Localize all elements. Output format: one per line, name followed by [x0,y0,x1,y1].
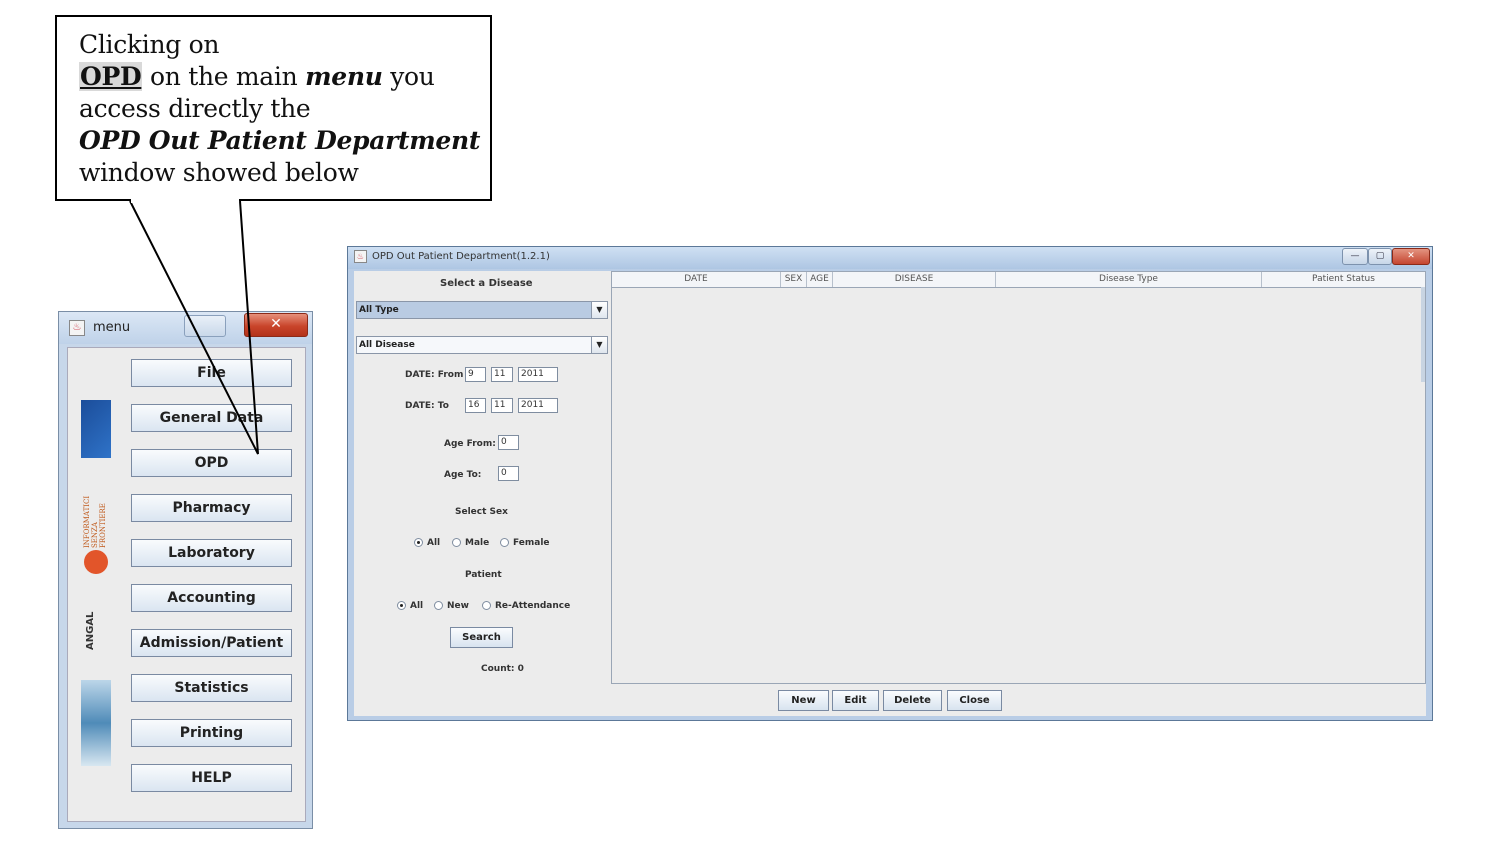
java-app-icon: ♨ [69,320,85,336]
filter-panel: Select a Disease All Type ▼ All Disease … [354,271,609,684]
table-header: DATE SEX AGE DISEASE Disease Type Patien… [612,272,1425,288]
photo-logo [81,680,111,766]
hospital-logo [81,400,111,458]
sex-male-radio[interactable]: Male [452,538,489,548]
menu-window-title: menu [93,320,131,335]
admission-patient-button[interactable]: Admission/Patient [131,629,292,657]
pharmacy-button[interactable]: Pharmacy [131,494,292,522]
patient-all-label: All [410,601,424,611]
help-button[interactable]: HELP [131,764,292,792]
close-button[interactable]: Close [947,690,1002,711]
close-icon[interactable]: ✕ [1392,248,1430,265]
statistics-button[interactable]: Statistics [131,674,292,702]
patient-reattendance-label: Re-Attendance [495,601,571,611]
sex-female-label: Female [513,538,550,548]
radio-icon [434,601,443,610]
callout-opd-word: OPD [79,62,143,91]
isf-logo [84,550,108,574]
menu-body: INFORMATICI SENZA FRONTIERE ANGAL File G… [67,347,306,822]
opd-titlebar[interactable]: ♨ OPD Out Patient Department(1.2.1) — ▢ … [348,247,1432,269]
date-to-year-field[interactable]: 2011 [518,398,558,413]
opd-window: ♨ OPD Out Patient Department(1.2.1) — ▢ … [347,246,1433,721]
close-icon[interactable]: ✕ [244,313,308,337]
column-header-disease[interactable]: DISEASE [833,272,996,287]
callout-line-2-end: you [382,62,435,91]
callout-line-2-mid: on the main [142,62,306,91]
printing-button[interactable]: Printing [131,719,292,747]
minimize-button[interactable] [184,315,226,337]
callout-text: Clicking on OPD on the main menu you acc… [79,29,480,189]
date-from-day-field[interactable]: 9 [465,367,486,382]
disease-type-combo[interactable]: All Type ▼ [356,301,608,319]
sex-male-label: Male [465,538,490,548]
callout-line-1: Clicking on [79,30,220,59]
age-from-field[interactable]: 0 [498,435,519,450]
sex-female-radio[interactable]: Female [500,538,550,548]
radio-selected-icon [414,538,423,547]
column-header-date[interactable]: DATE [612,272,781,287]
callout-menu-word: menu [305,62,383,91]
radio-icon [500,538,509,547]
general-data-button[interactable]: General Data [131,404,292,432]
isf-logo-text: INFORMATICI SENZA FRONTIERE [83,495,107,548]
accounting-button[interactable]: Accounting [131,584,292,612]
sex-all-label: All [427,538,441,548]
maximize-icon[interactable]: ▢ [1368,248,1392,265]
chevron-down-icon[interactable]: ▼ [591,337,607,353]
age-from-label: Age From: [444,439,496,449]
file-button[interactable]: File [131,359,292,387]
delete-button[interactable]: Delete [883,690,942,711]
disease-combo[interactable]: All Disease ▼ [356,336,608,354]
date-from-year-field[interactable]: 2011 [518,367,558,382]
sex-all-radio[interactable]: All [414,538,440,548]
opd-results-table[interactable]: DATE SEX AGE DISEASE Disease Type Patien… [611,271,1426,684]
radio-selected-icon [397,601,406,610]
menu-titlebar[interactable]: ♨ menu ✕ [59,312,312,344]
opd-body: Select a Disease All Type ▼ All Disease … [354,271,1426,716]
opd-window-title: OPD Out Patient Department(1.2.1) [372,251,550,262]
date-to-month-field[interactable]: 11 [491,398,513,413]
logo-strip: INFORMATICI SENZA FRONTIERE ANGAL [81,400,111,766]
date-from-month-field[interactable]: 11 [491,367,513,382]
new-button[interactable]: New [778,690,829,711]
date-to-day-field[interactable]: 16 [465,398,486,413]
date-to-label: DATE: To [405,401,449,411]
select-disease-label: Select a Disease [440,278,533,289]
callout-line-3: access directly the [79,94,311,123]
opd-button[interactable]: OPD [131,449,292,477]
age-to-field[interactable]: 0 [498,466,519,481]
radio-icon [482,601,491,610]
radio-icon [452,538,461,547]
patient-new-label: New [447,601,469,611]
patient-label: Patient [465,570,502,580]
java-app-icon: ♨ [354,250,367,263]
chevron-down-icon[interactable]: ▼ [591,302,607,318]
select-sex-label: Select Sex [455,507,508,517]
date-from-label: DATE: From [405,370,464,380]
edit-button[interactable]: Edit [832,690,879,711]
instruction-callout: Clicking on OPD on the main menu you acc… [55,15,492,201]
column-header-sex[interactable]: SEX [781,272,807,287]
minimize-icon[interactable]: — [1342,248,1368,265]
column-header-patient-status[interactable]: Patient Status [1262,272,1425,287]
patient-reattendance-radio[interactable]: Re-Attendance [482,601,570,611]
disease-value: All Disease [359,340,415,350]
patient-all-radio[interactable]: All [397,601,423,611]
disease-type-value: All Type [359,305,399,315]
table-scrollbar[interactable] [1421,287,1425,382]
callout-line-5: window showed below [79,158,359,187]
column-header-age[interactable]: AGE [807,272,833,287]
age-to-label: Age To: [444,470,482,480]
column-header-disease-type[interactable]: Disease Type [996,272,1262,287]
patient-new-radio[interactable]: New [434,601,469,611]
callout-line-4: OPD Out Patient Department [79,126,481,155]
search-button[interactable]: Search [450,627,513,648]
menu-window: ♨ menu ✕ INFORMATICI SENZA FRONTIERE ANG… [58,311,313,829]
count-label: Count: 0 [481,664,524,674]
laboratory-button[interactable]: Laboratory [131,539,292,567]
angal-logo-text: ANGAL [85,611,96,650]
